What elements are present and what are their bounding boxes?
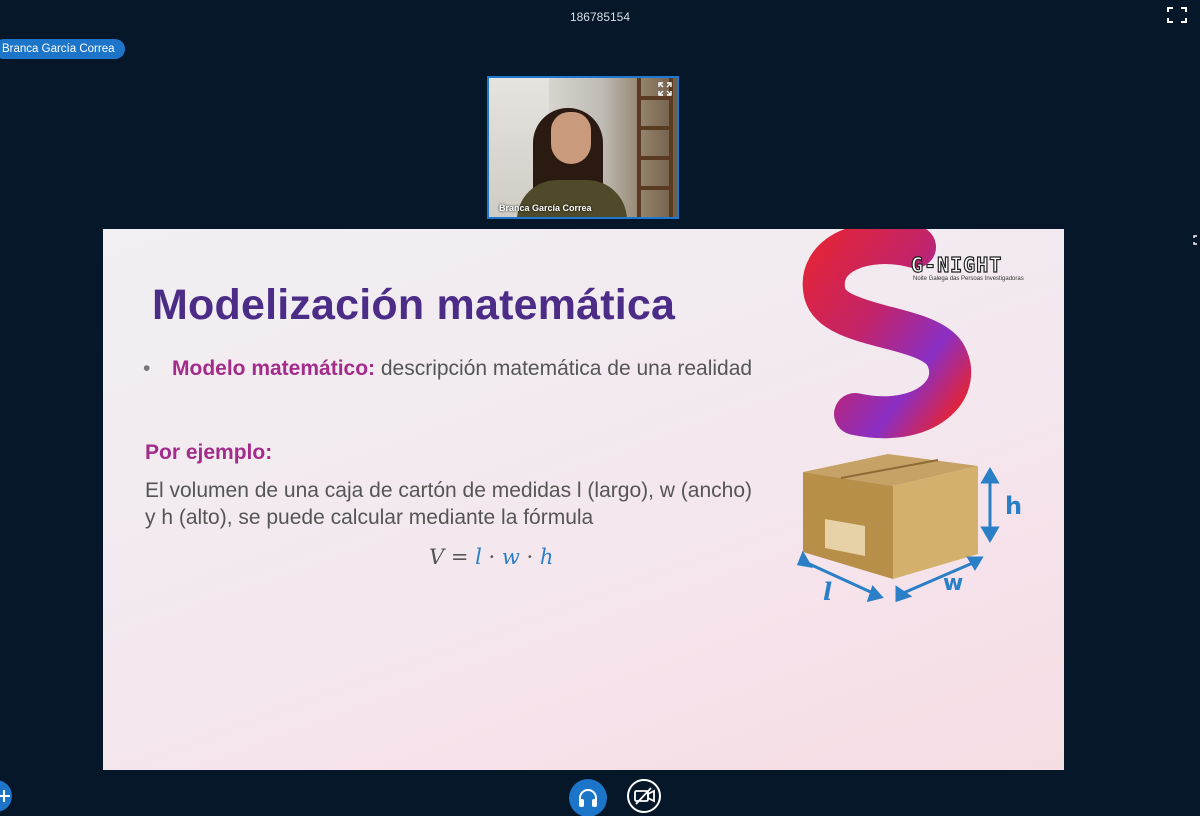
video-toggle-button[interactable] [627,779,661,813]
example-heading: Por ejemplo: [145,441,273,464]
formula-var-h: h [539,545,554,569]
example-text: El volumen de una caja de cartón de medi… [145,479,752,529]
fullscreen-icon[interactable] [1166,6,1188,24]
bullet-text: Modelo matemático: descripción matemátic… [172,355,772,382]
cardboard-box-illustration: h l w [796,454,1022,604]
camera-off-icon [634,787,655,805]
box-length-label: l [823,577,832,604]
bullet-marker: • [143,357,151,380]
actions-button[interactable] [0,780,12,812]
g-night-logo-subtitle: Noite Galega das Persoas Investigadoras [913,276,1024,282]
plus-icon [0,790,10,802]
expand-icon[interactable] [1192,234,1200,246]
formula-dot: · [519,545,540,569]
video-background-ladder [637,78,673,217]
meeting-window: 186785154 Branca García Correa Branca Ga… [0,0,1200,816]
bullet-term: Modelo matemático: [172,357,376,380]
shared-slide: Modelización matemática • Modelo matemát… [103,229,1064,770]
formula-dot: · [481,545,502,569]
g-night-logo-text: G-NIGHT [910,252,1003,277]
box-width-label: w [943,571,963,596]
bullet-description: descripción matemática de una realidad [375,357,753,380]
formula-var-l: l [475,545,482,569]
headphones-icon [579,789,597,807]
participant-face [551,112,591,164]
expand-icon[interactable] [657,81,673,97]
slide-title: Modelización matemática [152,281,676,329]
box-height-label: h [1005,492,1022,520]
presenter-badge[interactable]: Branca García Correa [0,39,125,59]
volume-formula: V = l · w · h [429,545,553,569]
meeting-id: 186785154 [569,10,631,24]
participant-video-tile[interactable]: Branca García Correa [487,76,679,219]
formula-lhs: V [429,545,445,569]
formula-equals: = [444,545,476,569]
audio-button[interactable] [569,779,607,816]
formula-var-w: w [501,545,520,569]
participant-name-label: Branca García Correa [499,203,592,213]
